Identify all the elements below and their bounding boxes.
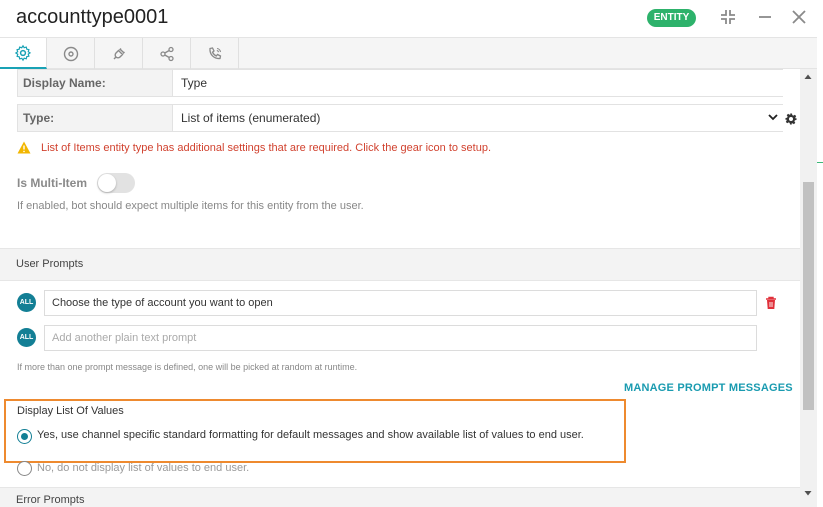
background-window-edge: [817, 0, 823, 507]
add-prompt-input[interactable]: Add another plain text prompt: [44, 325, 757, 351]
warning-message: List of Items entity type has additional…: [17, 141, 491, 154]
display-name-row: Display Name: Type: [17, 69, 783, 97]
tab-plugin[interactable]: [96, 38, 143, 69]
gear-icon: [14, 44, 32, 61]
scroll-up-arrow-icon[interactable]: [804, 73, 812, 81]
display-name-label: Display Name:: [23, 76, 106, 90]
chevron-down-icon: [768, 114, 778, 121]
multi-item-toggle[interactable]: [97, 173, 135, 193]
channel-all-badge[interactable]: ALL: [17, 293, 36, 312]
entity-title: accounttype0001: [16, 6, 169, 28]
user-prompts-header: User Prompts: [0, 248, 800, 281]
radio-no[interactable]: [17, 461, 32, 476]
error-prompts-title: Error Prompts: [16, 494, 85, 506]
radio-no-label: No, do not display list of values to end…: [37, 462, 250, 474]
tab-phone[interactable]: [192, 38, 239, 69]
error-prompts-header: Error Prompts: [0, 487, 800, 507]
display-list-title: Display List Of Values: [17, 405, 124, 417]
toggle-knob: [98, 174, 116, 192]
channel-all-badge[interactable]: ALL: [17, 328, 36, 347]
title-bar: accounttype0001 ENTITY: [0, 0, 817, 37]
disc-icon: [63, 46, 79, 61]
trash-icon[interactable]: [765, 296, 777, 310]
scrollbar[interactable]: [800, 69, 817, 507]
type-select[interactable]: List of items (enumerated): [172, 105, 783, 131]
phone-icon: [209, 46, 222, 59]
tab-settings[interactable]: [0, 38, 47, 69]
collapse-icon[interactable]: [718, 7, 738, 27]
display-name-input[interactable]: Type: [172, 70, 783, 96]
multi-item-label: Is Multi-Item: [17, 176, 88, 190]
plug-icon: [113, 47, 125, 59]
entity-panel: accounttype0001 ENTITY Display Name: Typ…: [0, 0, 817, 507]
prompt-input[interactable]: Choose the type of account you want to o…: [44, 290, 757, 316]
content-area: Display Name: Type Type: List of items (…: [0, 69, 800, 507]
type-label: Type:: [23, 111, 55, 125]
entity-badge: ENTITY: [647, 9, 696, 27]
prompt-help-text: If more than one prompt message is defin…: [17, 362, 358, 372]
background-divider: [817, 162, 823, 163]
close-icon[interactable]: [789, 7, 809, 27]
share-nodes-icon: [160, 46, 174, 61]
tab-bar: [0, 37, 817, 69]
type-row: Type: List of items (enumerated): [17, 104, 783, 132]
scrollbar-thumb[interactable]: [803, 182, 814, 410]
minimize-icon[interactable]: [755, 7, 775, 27]
tab-disc[interactable]: [48, 38, 95, 69]
user-prompts-title: User Prompts: [16, 258, 84, 270]
radio-yes[interactable]: [17, 429, 32, 444]
multi-item-help: If enabled, bot should expect multiple i…: [17, 200, 364, 212]
type-select-value: List of items (enumerated): [181, 111, 321, 125]
scroll-down-arrow-icon[interactable]: [804, 489, 812, 497]
warning-icon: [17, 141, 31, 154]
manage-prompt-messages-link[interactable]: MANAGE PROMPT MESSAGES: [624, 382, 793, 394]
gear-icon[interactable]: [785, 113, 797, 125]
warning-text: List of Items entity type has additional…: [41, 141, 492, 154]
radio-yes-label: Yes, use channel specific standard forma…: [37, 429, 584, 441]
tab-share[interactable]: [144, 38, 191, 69]
